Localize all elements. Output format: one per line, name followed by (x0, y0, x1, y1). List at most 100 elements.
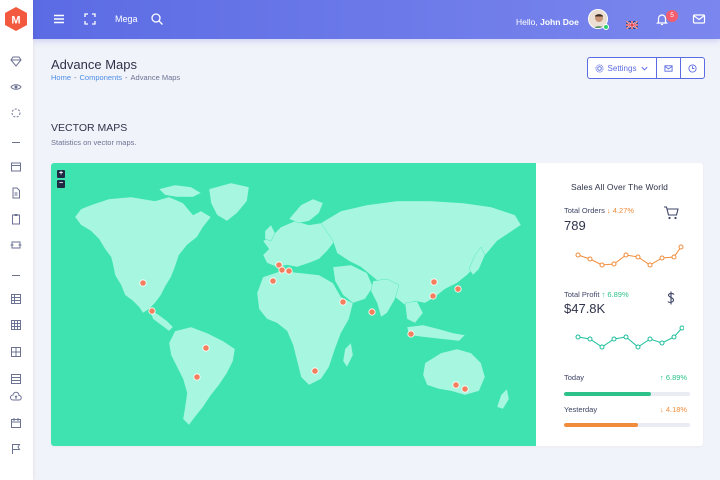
flag-icon[interactable] (9, 442, 23, 456)
sparkline-point (647, 262, 653, 268)
today-change: ↑ 6.89% (660, 373, 688, 382)
yesterday-progress-track (564, 423, 690, 427)
zoom-out-button[interactable]: − (57, 180, 65, 188)
notification-badge: 5 (666, 10, 678, 22)
total-orders-value: 789 (564, 218, 586, 233)
breadcrumb: Home - Components - Advance Maps (51, 73, 180, 82)
widget-icon[interactable] (9, 160, 23, 174)
sparkline-point (647, 336, 653, 342)
panel-title: Sales All Over The World (570, 182, 669, 192)
world-map[interactable]: + − (51, 163, 536, 446)
settings-label: Settings (607, 63, 637, 73)
total-profit-label: Total Profit ↑ 6.89% (564, 290, 629, 299)
section-subtitle: Statistics on vector maps. (51, 138, 137, 147)
sidebar-divider (12, 275, 20, 276)
top-header: Mega Hello, John Doe 5 (33, 0, 720, 39)
sparkline-point (659, 255, 665, 261)
sparkline-point (659, 340, 665, 346)
australia-region (422, 348, 486, 396)
eye-icon[interactable] (9, 80, 23, 94)
mega-menu[interactable]: Mega (115, 14, 138, 24)
search-icon[interactable] (150, 12, 164, 26)
map-marker (339, 298, 347, 306)
zoom-in-button[interactable]: + (57, 170, 65, 178)
indonesia-region (406, 324, 466, 342)
madagascar-region (342, 342, 354, 368)
greeting-text: Hello, (516, 17, 538, 27)
sparkline-point (635, 254, 641, 260)
map-marker (430, 278, 438, 286)
yesterday-change: ↓ 4.18% (660, 405, 688, 414)
map-marker (202, 344, 210, 352)
map-marker (193, 373, 201, 381)
breadcrumb-current: Advance Maps (130, 73, 181, 82)
sidebar-divider (12, 142, 20, 143)
map-marker (139, 279, 147, 287)
map-marker (452, 381, 460, 389)
sparkline-point (599, 262, 605, 268)
uk-flag-icon[interactable] (625, 16, 639, 30)
north-america-region (74, 196, 212, 314)
calendar-icon[interactable] (9, 416, 23, 430)
sparkline-point (678, 244, 684, 250)
mail-icon[interactable] (692, 12, 706, 26)
map-marker (311, 367, 319, 375)
sparkline-point (623, 252, 629, 258)
africa-region (256, 270, 354, 386)
menu-icon[interactable] (52, 12, 66, 26)
greenland-region (208, 182, 250, 222)
south-america-region (168, 326, 236, 426)
user-name: John Doe (540, 17, 579, 27)
table-icon[interactable] (9, 292, 23, 306)
total-profit-text: Total Profit (564, 290, 600, 299)
history-button[interactable] (680, 58, 704, 78)
list-icon[interactable] (9, 372, 23, 386)
map-marker (148, 307, 156, 315)
total-profit-value: $47.8K (564, 301, 606, 316)
diamond-icon[interactable] (9, 54, 23, 68)
grid-icon[interactable] (9, 318, 23, 332)
sparkline-point (587, 256, 593, 262)
envelope-icon (664, 64, 673, 72)
cart-icon (663, 205, 679, 221)
sales-panel: Sales All Over The World Total Orders ↓ … (536, 163, 703, 446)
world-map-shapes (74, 182, 522, 426)
cloud-upload-icon[interactable] (9, 390, 23, 404)
yesterday-progress-fill (564, 423, 639, 427)
sparkline-point (575, 252, 581, 258)
map-marker (368, 308, 376, 316)
sparkline-point (611, 261, 617, 267)
document-icon[interactable] (9, 186, 23, 200)
gear-icon (594, 63, 604, 73)
section-title: VECTOR MAPS (51, 122, 128, 134)
map-marker (278, 266, 286, 274)
swap-icon[interactable] (9, 238, 23, 252)
clipboard-icon[interactable] (9, 212, 23, 226)
layout-icon[interactable] (9, 345, 23, 359)
southeast-asia-region (404, 300, 424, 324)
app-logo[interactable]: M (4, 6, 28, 32)
orders-sparkline (575, 244, 684, 268)
map-marker (461, 385, 469, 393)
map-marker (407, 330, 415, 338)
yesterday-label: Yesterday (564, 405, 598, 414)
map-marker (285, 267, 293, 275)
user-greeting[interactable]: Hello, John Doe (516, 17, 579, 27)
fullscreen-icon[interactable] (83, 12, 97, 26)
today-label: Today (564, 373, 585, 382)
page-actions: Settings (587, 57, 705, 79)
message-button[interactable] (656, 58, 680, 78)
loader-icon[interactable] (9, 106, 23, 120)
dollar-icon (663, 290, 679, 306)
settings-button[interactable]: Settings (588, 58, 656, 78)
sparkline-point (635, 344, 641, 350)
sidebar: M (0, 0, 33, 480)
sparkline-point (599, 344, 605, 350)
clock-icon (688, 63, 697, 73)
breadcrumb-components[interactable]: Components (80, 73, 123, 82)
breadcrumb-home[interactable]: Home (51, 73, 71, 82)
breadcrumb-separator: - (74, 73, 77, 82)
svg-text:M: M (11, 15, 20, 27)
today-progress-track (564, 392, 690, 396)
sparkline-point (679, 325, 684, 331)
